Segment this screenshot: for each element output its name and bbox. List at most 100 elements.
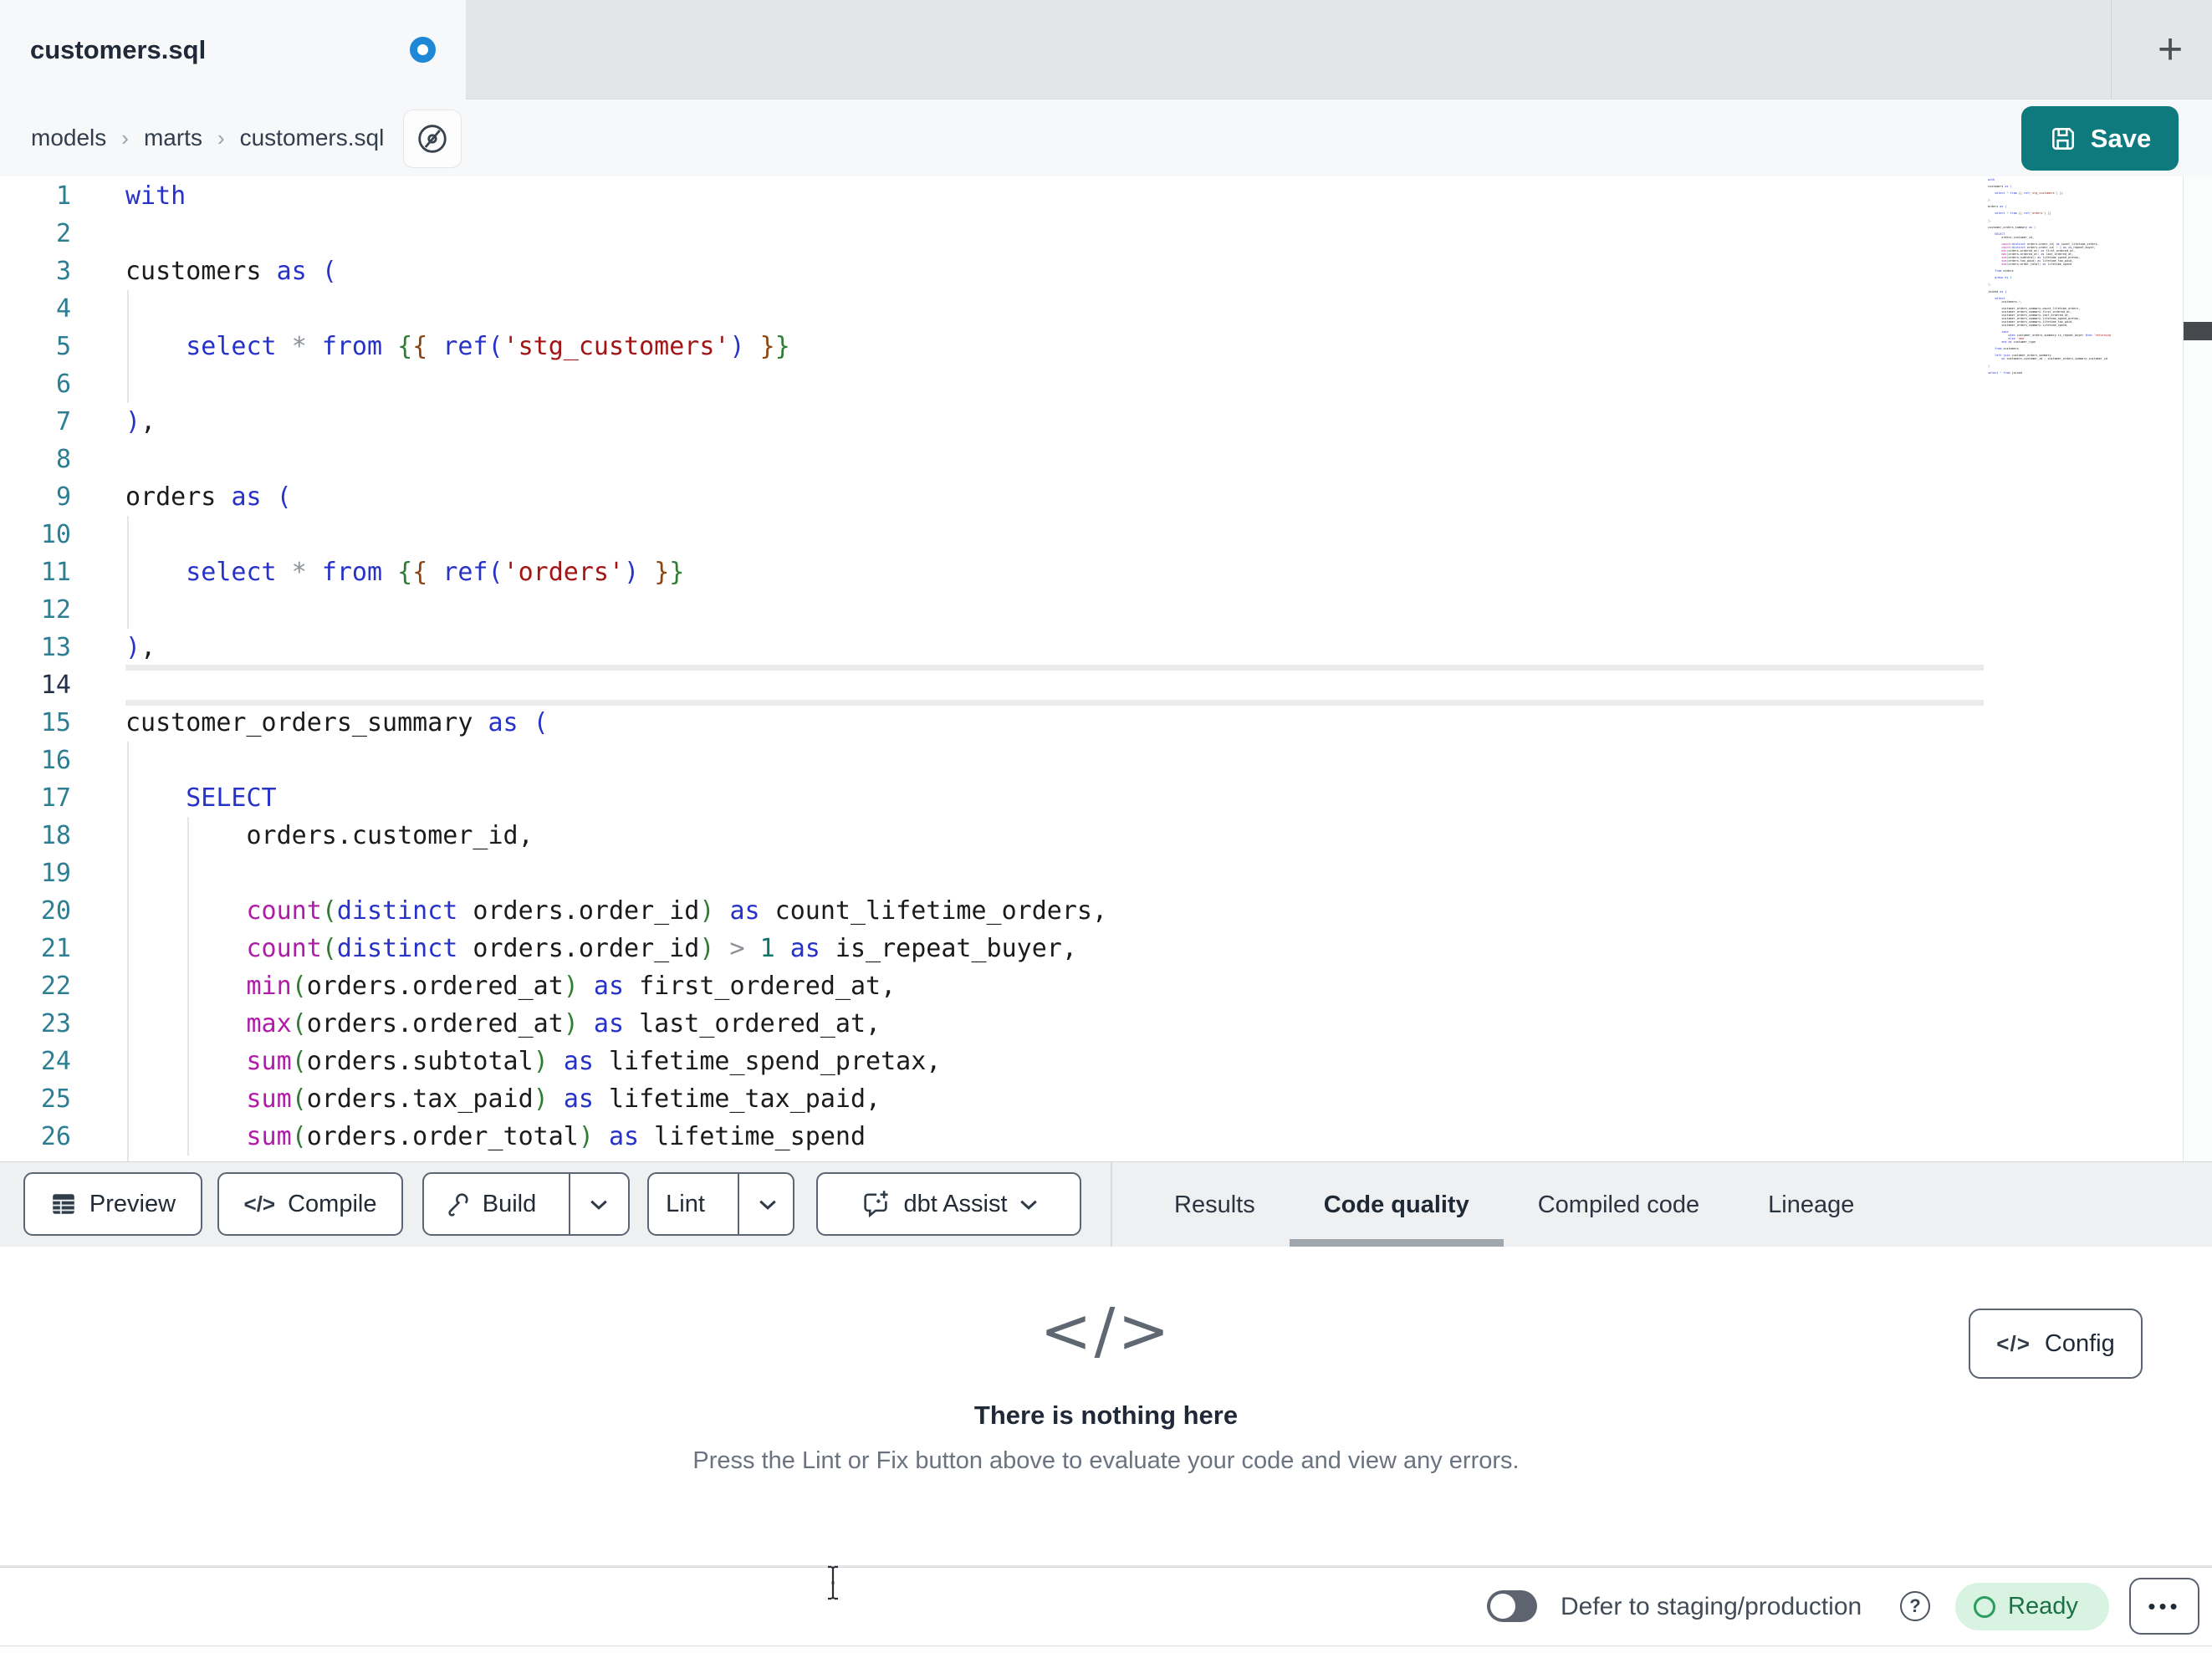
- tab-compiled-code[interactable]: Compiled code: [1504, 1162, 1734, 1247]
- breadcrumb-item-file: customers.sql: [239, 125, 385, 151]
- status-bar: Defer to staging/production ? Ready •••: [0, 1567, 2212, 1645]
- code-content[interactable]: with customers as ( select * from {{ ref(…: [125, 177, 1984, 1161]
- lint-dropdown-button[interactable]: [737, 1174, 796, 1234]
- build-button[interactable]: Build: [425, 1174, 557, 1234]
- line-number: 17: [40, 783, 71, 813]
- chevron-down-icon: [590, 1200, 608, 1210]
- file-tab-title: customers.sql: [30, 34, 207, 64]
- file-tab-customers-sql[interactable]: customers.sql: [0, 0, 466, 99]
- code-line[interactable]: [125, 516, 1984, 554]
- code-line[interactable]: [125, 290, 1984, 328]
- more-options-button[interactable]: •••: [2129, 1578, 2199, 1635]
- tab-results[interactable]: Results: [1140, 1162, 1290, 1247]
- code-line[interactable]: select * from {{ ref('stg_customers') }}: [125, 328, 1984, 365]
- code-line[interactable]: [125, 441, 1984, 478]
- status-badge: Ready: [1955, 1583, 2109, 1630]
- help-icon[interactable]: ?: [1900, 1591, 1930, 1621]
- indent-guide: [186, 930, 189, 967]
- empty-state-title: There is nothing here: [973, 1400, 1239, 1430]
- assist-chat-sparkle-icon: [864, 1191, 889, 1218]
- code-line[interactable]: SELECT: [125, 779, 1984, 817]
- line-number: 21: [40, 934, 71, 963]
- indent-guide: [126, 554, 129, 591]
- toolbar-divider: [1111, 1162, 1112, 1247]
- line-number: 16: [40, 746, 71, 775]
- code-line[interactable]: [125, 591, 1984, 629]
- code-line[interactable]: orders.customer_id,: [125, 817, 1984, 855]
- indent-guide: [126, 855, 129, 892]
- text-cursor-pointer-icon: [825, 1565, 841, 1600]
- code-line[interactable]: orders as (: [125, 478, 1984, 516]
- build-button-label: Build: [482, 1190, 537, 1217]
- defer-toggle[interactable]: [1487, 1590, 1537, 1622]
- line-number: 20: [40, 896, 71, 926]
- new-tab-button[interactable]: +: [2128, 0, 2212, 99]
- chevron-down-icon: [759, 1200, 776, 1210]
- lineage-compass-button[interactable]: [403, 110, 462, 168]
- line-number: 22: [40, 972, 71, 1001]
- indent-guide: [126, 892, 129, 930]
- line-number: 10: [40, 520, 71, 549]
- tab-bar: customers.sql +: [0, 0, 2212, 99]
- code-line[interactable]: sum(orders.order_total) as lifetime_spen…: [125, 1118, 1984, 1156]
- empty-state-description: Press the Lint or Fix button above to ev…: [692, 1447, 1520, 1474]
- chevron-down-icon: [1019, 1200, 1037, 1210]
- indent-guide: [186, 855, 189, 892]
- scrollbar-thumb[interactable]: [2184, 322, 2212, 340]
- editor-scrollbar[interactable]: [2183, 176, 2212, 1161]
- code-line[interactable]: [125, 365, 1984, 403]
- tab-code-quality[interactable]: Code quality: [1289, 1162, 1504, 1247]
- empty-state: </> There is nothing here Press the Lint…: [0, 1247, 2212, 1475]
- code-line[interactable]: customer_orders_summary as (: [125, 704, 1984, 742]
- tab-lineage[interactable]: Lineage: [1734, 1162, 1888, 1247]
- code-line[interactable]: sum(orders.subtotal) as lifetime_spend_p…: [125, 1043, 1984, 1080]
- preview-button-label: Preview: [89, 1190, 176, 1217]
- line-number: 27: [0, 1156, 71, 1161]
- code-line[interactable]: with: [125, 177, 1984, 215]
- indent-guide: [126, 1005, 129, 1043]
- indent-guide: [186, 817, 189, 855]
- code-line[interactable]: ),: [125, 403, 1984, 441]
- code-brackets-icon: </>: [243, 1191, 276, 1217]
- code-line[interactable]: [125, 665, 1984, 706]
- code-line[interactable]: count(distinct orders.order_id) as count…: [125, 892, 1984, 930]
- code-editor[interactable]: 1 2 3 4 5 6 7 8 9 10 11 12 13 14 15 16 17 18 19 20 21 22 23 24 2…: [0, 176, 2212, 1161]
- code-line[interactable]: customers as (: [125, 253, 1984, 290]
- dbt-ide-window: customers.sql + models › marts › custome…: [0, 0, 2212, 1653]
- indent-guide: [186, 1118, 189, 1156]
- code-line[interactable]: min(orders.ordered_at) as first_ordered_…: [125, 967, 1984, 1005]
- indent-guide: [126, 779, 129, 817]
- code-line[interactable]: max(orders.ordered_at) as last_ordered_a…: [125, 1005, 1984, 1043]
- minimap[interactable]: with customers as ( select * from {{ ref(…: [1988, 178, 2183, 375]
- code-line[interactable]: count(distinct orders.order_id) > 1 as i…: [125, 930, 1984, 967]
- code-line[interactable]: [125, 742, 1984, 779]
- compile-button[interactable]: </> Compile: [217, 1172, 403, 1236]
- dbt-assist-button[interactable]: dbt Assist: [816, 1172, 1081, 1236]
- breadcrumb-item-marts[interactable]: marts: [144, 125, 202, 151]
- build-split-button: Build: [422, 1172, 630, 1236]
- compass-icon: [418, 125, 447, 153]
- config-button[interactable]: </> Config: [1969, 1309, 2143, 1379]
- breadcrumb-row: models › marts › customers.sql Save: [0, 99, 2212, 176]
- bottom-strip: [0, 1645, 2212, 1653]
- indent-guide: [126, 1043, 129, 1080]
- line-number: 14: [40, 671, 71, 700]
- indent-guide: [186, 1080, 189, 1118]
- save-button[interactable]: Save: [2021, 106, 2179, 171]
- code-line[interactable]: [125, 855, 1984, 892]
- build-dropdown-button[interactable]: [569, 1174, 627, 1234]
- lint-button[interactable]: Lint: [646, 1174, 725, 1234]
- line-number: 2: [55, 219, 71, 248]
- line-number: 4: [55, 294, 71, 324]
- code-line[interactable]: sum(orders.tax_paid) as lifetime_tax_pai…: [125, 1080, 1984, 1118]
- line-number: 1: [55, 181, 71, 211]
- code-line[interactable]: select * from {{ ref('orders') }}: [125, 554, 1984, 591]
- breadcrumb-separator-icon: ›: [217, 125, 225, 151]
- code-line[interactable]: ),: [125, 629, 1984, 666]
- breadcrumb-item-models[interactable]: models: [31, 125, 106, 151]
- status-badge-label: Ready: [2008, 1593, 2078, 1620]
- preview-button[interactable]: Preview: [23, 1172, 202, 1236]
- code-line[interactable]: [125, 215, 1984, 253]
- code-line[interactable]: [125, 1156, 1984, 1161]
- indent-guide: [126, 328, 129, 365]
